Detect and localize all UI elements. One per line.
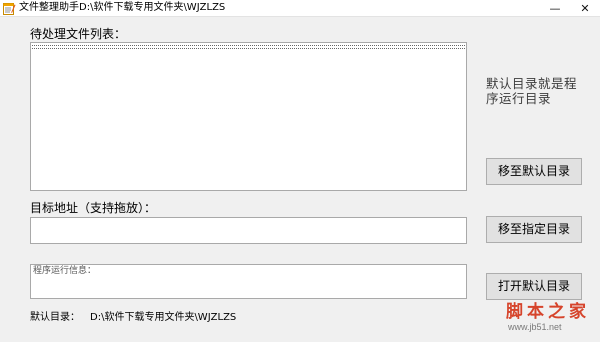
file-list-label: 待处理文件列表： bbox=[30, 27, 127, 41]
close-icon: ✕ bbox=[580, 2, 590, 15]
default-dir-value: D:\软件下载专用文件夹\WJZLZS bbox=[90, 312, 237, 323]
default-dir-label: 默认目录： bbox=[30, 312, 80, 323]
info-panel: 程序运行信息： bbox=[30, 264, 467, 299]
watermark-url: www.jb51.net bbox=[508, 322, 562, 332]
move-default-button[interactable]: 移至默认目录 bbox=[486, 158, 582, 185]
app-icon bbox=[3, 3, 16, 15]
watermark: 脚本之家 www.jb51.net bbox=[506, 302, 590, 333]
default-dir-hint: 默认目录就是程序运行目录 bbox=[486, 76, 578, 106]
watermark-main: 脚本之家 bbox=[506, 302, 590, 322]
target-address-label: 目标地址（支持拖放）： bbox=[30, 201, 157, 215]
title-bar[interactable]: 文件整理助手D:\软件下载专用文件夹\WJZLZS — ✕ bbox=[0, 0, 600, 17]
default-dir-info: 默认目录： D:\软件下载专用文件夹\WJZLZS bbox=[30, 312, 246, 324]
target-address-input[interactable] bbox=[30, 217, 467, 244]
minimize-button[interactable]: — bbox=[540, 0, 570, 17]
window-title: 文件整理助手D:\软件下载专用文件夹\WJZLZS bbox=[19, 2, 226, 13]
open-default-button[interactable]: 打开默认目录 bbox=[486, 273, 582, 300]
info-label: 程序运行信息： bbox=[33, 266, 97, 276]
minimize-icon: — bbox=[549, 2, 561, 15]
move-specified-button[interactable]: 移至指定目录 bbox=[486, 216, 582, 243]
close-button[interactable]: ✕ bbox=[570, 0, 600, 17]
file-list[interactable] bbox=[30, 42, 467, 191]
list-focus-row bbox=[32, 45, 465, 49]
